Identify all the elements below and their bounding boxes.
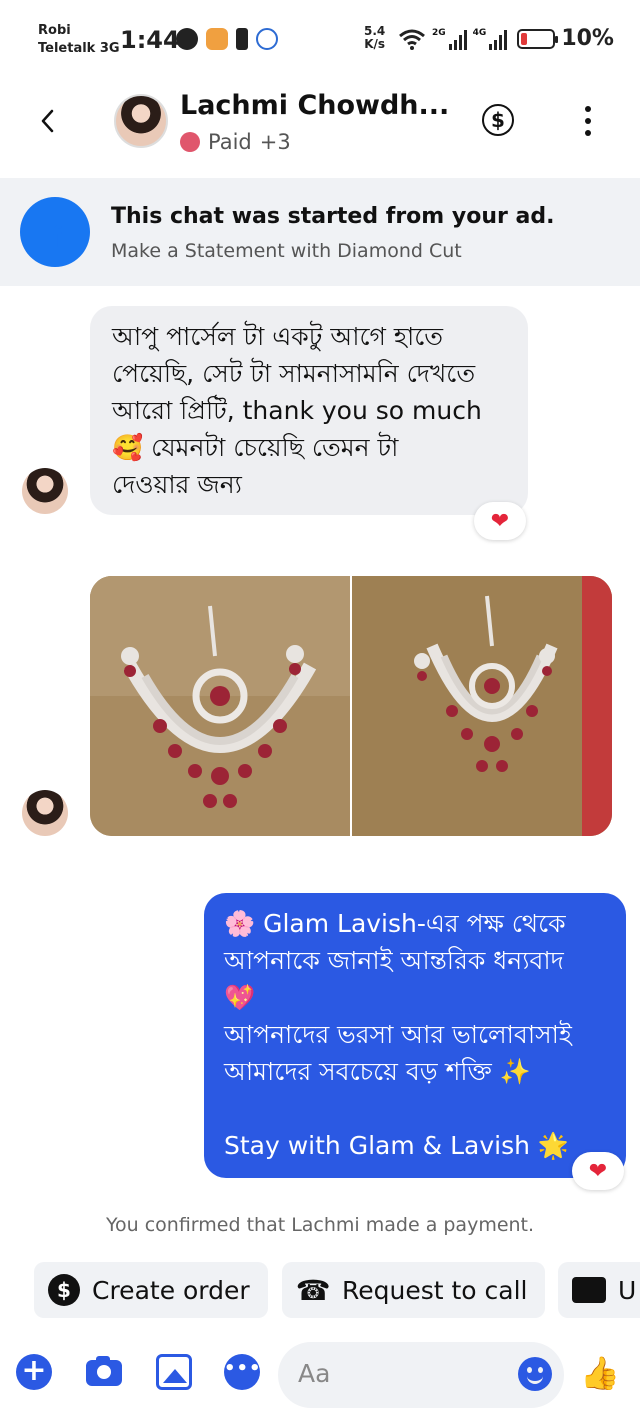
contact-avatar[interactable] [114,94,168,148]
ad-banner-title: This chat was started from your ad. [111,204,555,229]
phone-add-icon: ☎ [295,1273,331,1307]
contact-card-button[interactable]: U [558,1262,640,1318]
ad-banner-subtitle: Make a Statement with Diamond Cut [111,240,462,262]
app-notification-icon [206,28,228,50]
net-speed: 5.4 K/s [364,25,385,51]
message-line: আমাদের সবচেয়ে বড় শক্তি ✨ [224,1057,531,1086]
message-line: আরো প্রিটি, thank you so much [112,396,482,425]
request-to-call-label: Request to call [342,1275,528,1305]
sender-avatar[interactable] [22,468,68,514]
carrier-1: Robi [38,23,71,38]
carrier-2: Teletalk 3G [38,41,120,56]
incoming-message[interactable]: আপু পার্সেল টা একটু আগে হাতে পেয়েছি, সে… [90,306,528,515]
photo-attachment[interactable] [352,576,612,836]
camera-icon[interactable] [86,1354,122,1390]
label-dot-icon [180,132,200,152]
message-line [224,1090,606,1127]
message-line: দেওয়ার জন্য [112,470,242,499]
chat-bubble-icon[interactable]: ••• [224,1354,261,1390]
alarm-icon [176,28,198,50]
ad-banner[interactable]: f This chat was started from your ad. Ma… [0,178,640,286]
back-icon[interactable] [34,106,64,136]
message-input[interactable]: Aa [278,1342,564,1408]
contact-card-icon [572,1277,606,1303]
wifi-icon [399,29,425,50]
chat-header: Lachmi Chowdh... Paid +3 $ [0,78,640,178]
message-line: আপনাদের ভরসা আর ভালোবাসাই [224,1020,572,1049]
message-composer: + ••• Aa 👍 [0,1340,640,1412]
contact-card-label: U [618,1275,637,1305]
battery-alert-icon [236,28,248,50]
signal-sim2-icon: 4G [473,28,508,50]
heart-reaction[interactable]: ❤ [474,502,526,540]
necklace-image [90,576,350,836]
create-order-label: Create order [92,1275,250,1305]
message-line: 🥰 যেমনটা চেয়েছি তেমন টা [112,433,399,462]
net-speed-unit: K/s [364,37,386,51]
contact-labels[interactable]: Paid +3 [180,130,291,154]
dollar-circle-icon: $ [48,1274,80,1306]
facebook-icon: f [20,197,90,267]
battery-icon [517,28,559,49]
request-to-call-button[interactable]: ☎ Request to call [282,1262,545,1318]
status-right: 2G 4G 10% [398,26,614,51]
message-line: পেয়েছি, সেট টা সামনাসামনি দেখতে [112,359,476,388]
sim1-tech: 2G [432,27,446,38]
necklace-image [352,576,612,836]
notification-icons [176,28,278,50]
create-order-button[interactable]: $ Create order [34,1262,268,1318]
thumbs-up-icon[interactable]: 👍 [580,1354,620,1392]
message-line: 🌸 Glam Lavish-এর পক্ষ থেকে [224,909,566,938]
sync-icon [256,28,278,50]
signal-sim1-icon: 2G [432,28,467,50]
message-line: 💖 [224,983,256,1012]
gallery-icon[interactable] [156,1354,192,1390]
status-bar: Robi Teletalk 3G 1:44 5.4 K/s 2G 4G 10% [0,0,640,78]
sim2-tech: 4G [472,27,487,38]
outgoing-message[interactable]: 🌸 Glam Lavish-এর পক্ষ থেকে আপনাকে জানাই … [204,893,626,1178]
plus-icon[interactable]: + [16,1354,52,1390]
contact-name[interactable]: Lachmi Chowdh... [180,90,450,121]
system-message: You confirmed that Lachmi made a payment… [105,1214,535,1236]
label-paid: Paid [208,130,252,154]
dollar-circle-icon[interactable]: $ [482,104,514,136]
more-vertical-icon[interactable] [574,106,602,136]
message-line: আপনাকে জানাই আন্তরিক ধন্যবাদ [224,946,564,975]
quick-actions: $ Create order ☎ Request to call U [0,1262,640,1320]
message-input-placeholder: Aa [298,1359,331,1388]
battery-percent: 10% [561,26,614,51]
label-extra: +3 [259,130,291,154]
message-line: Stay with Glam & Lavish 🌟 [224,1131,570,1160]
message-line: আপু পার্সেল টা একটু আগে হাতে [112,322,444,351]
heart-reaction[interactable]: ❤ [572,1152,624,1190]
sender-avatar[interactable] [22,790,68,836]
clock: 1:44 [120,26,180,54]
emoji-icon[interactable] [518,1357,552,1391]
carrier-info: Robi Teletalk 3G [38,22,120,58]
photo-attachment[interactable] [90,576,350,836]
